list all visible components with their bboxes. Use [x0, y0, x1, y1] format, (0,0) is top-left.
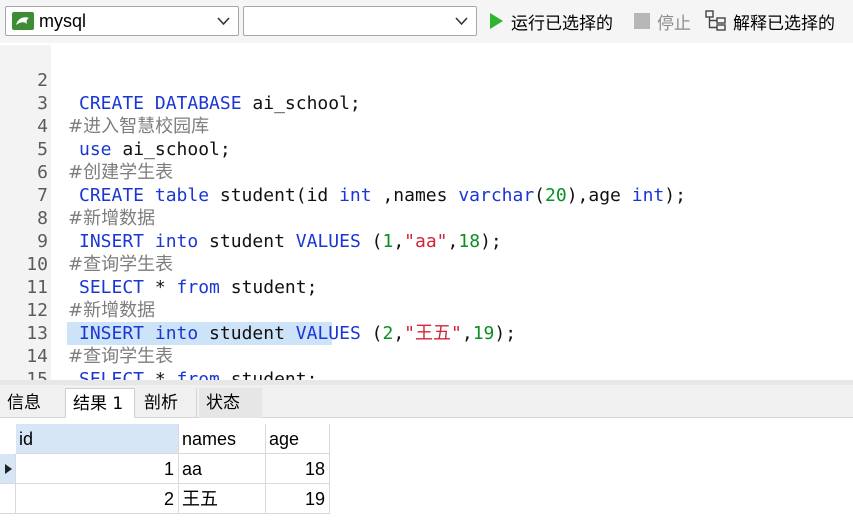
number-literal: 19	[472, 323, 495, 344]
punctuation: ,	[393, 323, 405, 344]
punctuation: ,	[447, 231, 459, 252]
tab-status[interactable]: 状态	[199, 388, 262, 418]
run-selected-button[interactable]: 运行已选择的	[487, 8, 613, 34]
result-grid[interactable]: id names age 1 aa 18 2 王五 19	[0, 418, 853, 531]
code-line: 3 #进入智慧校园库	[0, 69, 209, 137]
code-text: CREATE DATABASE ai_school;	[79, 92, 361, 115]
code-line: 11 #新增数据	[0, 253, 155, 321]
sql-comment: #创建学生表	[68, 162, 174, 183]
tab-profile[interactable]: 剖析	[137, 388, 197, 418]
sql-comment: #查询学生表	[68, 254, 174, 275]
column-header-id[interactable]: id	[16, 424, 179, 454]
code-text: INSERT into student VALUES (1,"aa",18);	[79, 230, 502, 253]
identifier: student	[198, 323, 296, 344]
column-header-age[interactable]: age	[266, 424, 330, 454]
sql-comment: #进入智慧校园库	[68, 116, 210, 137]
table-cell-names[interactable]: 王五	[179, 484, 266, 514]
keyword: varchar	[458, 185, 535, 206]
code-text: CREATE table student(id int ,names varch…	[79, 184, 686, 207]
code-line: 5 #创建学生表	[0, 115, 173, 183]
chevron-down-icon	[217, 17, 230, 26]
row-indicator[interactable]	[0, 454, 16, 484]
punctuation: (	[360, 231, 383, 252]
identifier: student	[198, 231, 296, 252]
database-select[interactable]	[243, 6, 477, 36]
punctuation: );	[480, 231, 502, 252]
row-indicator[interactable]	[0, 484, 16, 514]
code-text: INSERT into student VALUES (2,"王五",19);	[79, 322, 516, 345]
punctuation: );	[664, 185, 686, 206]
number-literal: 20	[545, 185, 567, 206]
code-line: 8 INSERT into student VALUES (1,"aa",18)…	[0, 184, 502, 252]
keyword: int	[339, 185, 372, 206]
result-tabs: 信息 结果 1 剖析 状态	[0, 385, 853, 419]
code-line: 12 INSERT into student VALUES (2,"王五",19…	[0, 276, 516, 344]
connection-select[interactable]: mysql	[5, 6, 239, 36]
tab-result-1[interactable]: 结果 1	[65, 388, 135, 419]
run-selected-label: 运行已选择的	[511, 13, 613, 34]
code-line: 15	[0, 345, 48, 390]
identifier: ai_school;	[111, 139, 231, 160]
stop-icon	[634, 13, 650, 29]
keyword: INSERT into	[79, 323, 199, 344]
column-header-names[interactable]: names	[179, 424, 266, 454]
sql-comment: #新增数据	[68, 300, 156, 321]
punctuation: (	[534, 185, 546, 206]
table-cell-age[interactable]: 18	[266, 454, 330, 484]
punctuation: );	[494, 323, 517, 344]
code-line: 6 CREATE table student(id int ,names var…	[0, 138, 686, 206]
table-cell-id[interactable]: 2	[16, 484, 179, 514]
code-line: 9 #查询学生表	[0, 207, 173, 275]
tab-info[interactable]: 信息	[0, 388, 63, 418]
mysql-dolphin-icon	[12, 12, 34, 30]
keyword: INSERT into	[79, 231, 199, 252]
play-icon	[490, 13, 503, 29]
identifier: ai_school;	[241, 93, 361, 114]
code-line: 13 #查询学生表	[0, 299, 173, 367]
table-cell-age[interactable]: 19	[266, 484, 330, 514]
connection-select-value: mysql	[39, 11, 87, 31]
code-line: 2 CREATE DATABASE ai_school;	[0, 46, 361, 114]
identifier: ),age	[566, 185, 632, 206]
sql-comment: #新增数据	[68, 208, 156, 229]
query-toolbar: mysql 运行已选择的 停止 解释已选择的	[0, 0, 853, 43]
table-cell-id[interactable]: 1	[16, 454, 179, 484]
code-line: 10 SELECT * from student;	[0, 230, 317, 298]
explain-tree-icon	[705, 10, 726, 31]
code-line: 4 use ai_school;	[0, 92, 231, 160]
keyword: VALUES	[295, 231, 361, 252]
explain-selected-label: 解释已选择的	[733, 13, 835, 34]
code-text: use ai_school;	[79, 138, 231, 161]
table-cell-names[interactable]: aa	[179, 454, 266, 484]
string-literal: "王五"	[404, 323, 462, 344]
string-literal: "aa"	[404, 231, 448, 252]
keyword: SELECT	[79, 277, 145, 298]
identifier: student(id	[209, 185, 340, 206]
explain-selected-button[interactable]: 解释已选择的	[705, 8, 835, 34]
punctuation: (	[360, 323, 383, 344]
keyword: VALUES	[295, 323, 361, 344]
sql-comment: #查询学生表	[68, 346, 174, 367]
code-line: 7 #新增数据	[0, 161, 155, 229]
punctuation: *	[144, 277, 177, 298]
number-literal: 1	[382, 231, 394, 252]
keyword: use	[79, 139, 112, 160]
code-line-selected: 14 SELECT * from student;	[0, 322, 317, 390]
number-literal: 18	[458, 231, 481, 252]
keyword: int	[631, 185, 665, 206]
sql-editor[interactable]: 2 CREATE DATABASE ai_school; 3 #进入智慧校园库 …	[0, 45, 853, 390]
keyword: CREATE DATABASE	[79, 93, 242, 114]
stop-label: 停止	[657, 13, 691, 34]
punctuation: ,	[461, 323, 473, 344]
punctuation: ,	[393, 231, 405, 252]
keyword: CREATE table	[79, 185, 210, 206]
number-literal: 2	[382, 323, 394, 344]
stop-button[interactable]: 停止	[633, 8, 691, 34]
chevron-down-icon	[455, 17, 468, 26]
identifier: ,names	[371, 185, 459, 206]
code-text: SELECT * from student;	[79, 276, 317, 299]
keyword: from	[176, 277, 220, 298]
current-row-arrow-icon	[5, 464, 12, 474]
identifier: student;	[219, 277, 318, 298]
